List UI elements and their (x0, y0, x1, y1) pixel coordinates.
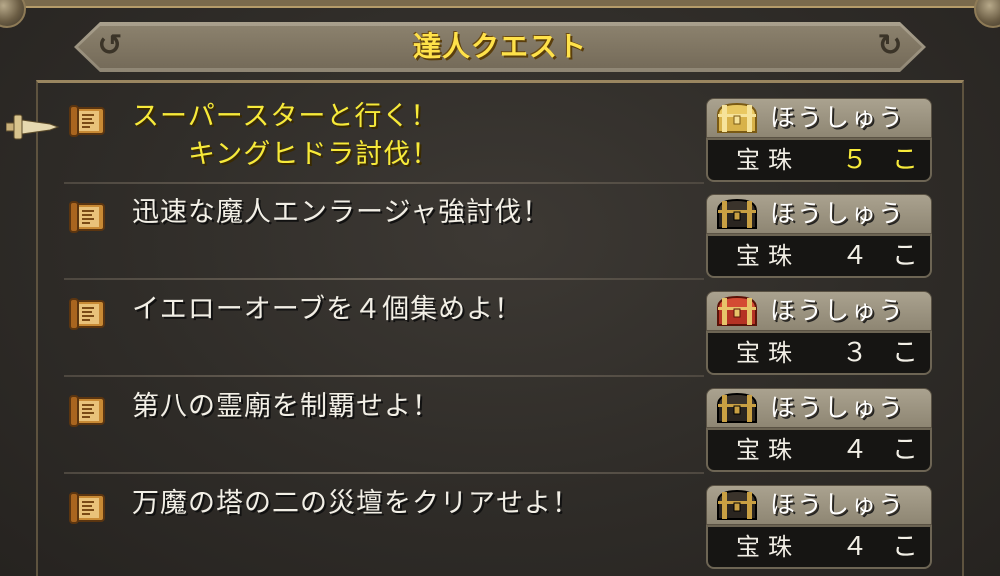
selection-cursor-icon (6, 114, 60, 140)
reward-item-name: 宝珠 (736, 533, 800, 561)
quest-row[interactable]: スーパースターと行く！ キングヒドラ討伐！ ほうしゅう 宝珠 ５ こ (64, 92, 934, 188)
quest-scroll-icon (69, 201, 105, 233)
black-chest-icon (716, 489, 758, 520)
quest-name: スーパースターと行く！ キングヒドラ討伐！ (132, 101, 440, 170)
reward-item-name: 宝珠 (736, 436, 800, 464)
reward-count: ４ こ (841, 241, 926, 271)
black-chest-icon (716, 198, 758, 229)
reward-label: ほうしゅう (770, 296, 906, 325)
quest-row[interactable]: イエローオーブを４個集めよ！ ほうしゅう 宝珠 ３ こ (64, 285, 934, 381)
quest-scroll-icon (69, 105, 105, 137)
quest-name: 第八の霊廟を制覇せよ！ (132, 391, 440, 422)
reward-box: ほうしゅう 宝珠 ４ こ (706, 485, 932, 569)
reward-count: ５ こ (841, 145, 926, 175)
reward-box: ほうしゅう 宝珠 ３ こ (706, 291, 932, 375)
reward-detail: 宝珠 ４ こ (706, 525, 932, 569)
quest-name: 万魔の塔の二の災壇をクリアせよ！ (132, 488, 580, 519)
reward-detail: 宝珠 ４ こ (706, 428, 932, 472)
gold-chest-icon (716, 102, 758, 133)
reward-label: ほうしゅう (770, 199, 906, 228)
red-chest-icon (716, 295, 758, 326)
frame-top-line (0, 6, 1000, 8)
quest-scroll-icon (69, 492, 105, 524)
reward-item-name: 宝珠 (736, 242, 800, 270)
reward-count: ４ こ (841, 435, 926, 465)
reward-item-name: 宝珠 (736, 146, 800, 174)
reward-count: ３ こ (841, 338, 926, 368)
reward-detail: 宝珠 ５ こ (706, 138, 932, 182)
reward-label: ほうしゅう (770, 393, 906, 422)
reward-box: ほうしゅう 宝珠 ５ こ (706, 98, 932, 182)
reward-label: ほうしゅう (770, 490, 906, 519)
reward-count: ４ こ (841, 532, 926, 562)
quest-scroll-icon (69, 395, 105, 427)
reward-label: ほうしゅう (770, 103, 906, 132)
reward-box: ほうしゅう 宝珠 ４ こ (706, 194, 932, 278)
reward-detail: 宝珠 ４ こ (706, 234, 932, 278)
quest-row[interactable]: 迅速な魔人エンラージャ強討伐！ ほうしゅう 宝珠 ４ こ (64, 188, 934, 284)
reward-detail: 宝珠 ３ こ (706, 331, 932, 375)
quest-scroll-icon (69, 298, 105, 330)
reward-box: ほうしゅう 宝珠 ４ こ (706, 388, 932, 472)
quest-name: イエローオーブを４個集めよ！ (132, 294, 523, 325)
black-chest-icon (716, 392, 758, 423)
quest-row[interactable]: 第八の霊廟を制覇せよ！ ほうしゅう 宝珠 ４ こ (64, 382, 934, 478)
quest-name: 迅速な魔人エンラージャ強討伐！ (132, 197, 551, 228)
quest-row[interactable]: 万魔の塔の二の災壇をクリアせよ！ ほうしゅう 宝珠 ４ こ (64, 479, 934, 575)
reward-item-name: 宝珠 (736, 339, 800, 367)
window-title: 達人クエスト (412, 30, 587, 63)
